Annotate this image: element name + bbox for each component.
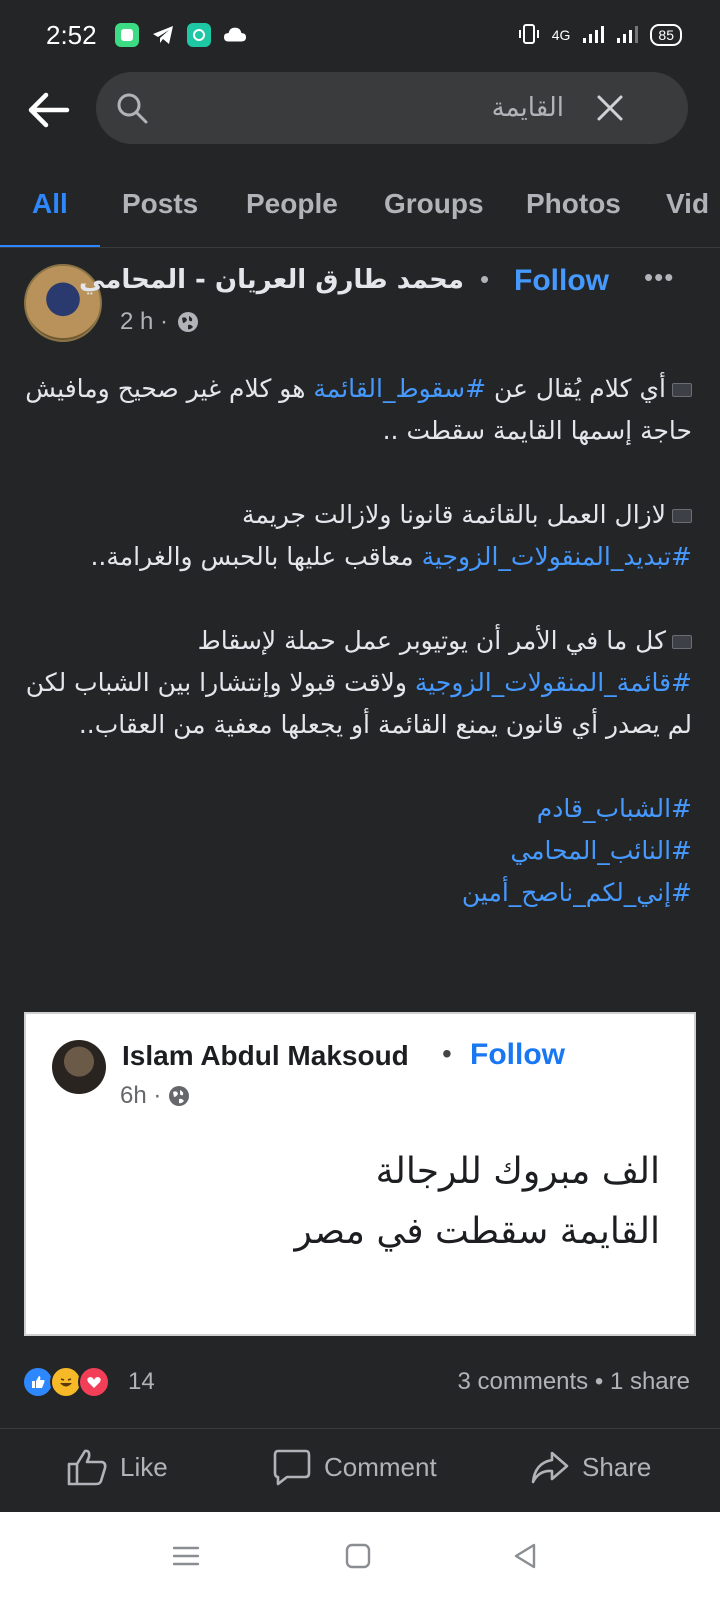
square-emoji-icon bbox=[672, 635, 692, 649]
globe-icon bbox=[169, 1086, 190, 1106]
shared-author-name: Islam Abdul Maksoud bbox=[122, 1040, 409, 1071]
close-icon bbox=[597, 95, 623, 121]
vibrate-icon bbox=[518, 22, 540, 49]
post-paragraph: لازال العمل بالقائمة قانونا ولازالت جريم… bbox=[22, 494, 692, 578]
shared-author-avatar bbox=[52, 1040, 106, 1094]
menu-icon bbox=[172, 1546, 200, 1566]
shared-follow-label: Follow bbox=[470, 1038, 565, 1071]
comment-label: Comment bbox=[324, 1451, 437, 1482]
telegram-icon bbox=[151, 23, 175, 47]
status-right: 4G 85 bbox=[518, 22, 682, 49]
search-bar[interactable] bbox=[96, 72, 688, 144]
active-tab-indicator bbox=[0, 245, 100, 247]
hashtag-link[interactable]: #النائب_المحامي bbox=[510, 836, 692, 865]
engagement-stats: 3 comments • 1 share bbox=[457, 1368, 690, 1396]
hashtag-link[interactable]: #إني_لكم_ناصح_أمين bbox=[462, 878, 692, 907]
hashtag-link[interactable]: #تبديد_المنقولات_الزوجية bbox=[422, 542, 692, 571]
signal-icon-2 bbox=[616, 24, 639, 47]
share-icon bbox=[531, 1451, 569, 1484]
app-notification-icon-2 bbox=[186, 23, 211, 47]
search-header bbox=[0, 70, 720, 150]
post-meta: 2 h · bbox=[120, 308, 200, 336]
status-bar: 2:52 4G 85 bbox=[0, 0, 720, 70]
home-square-icon bbox=[345, 1543, 371, 1569]
system-nav-bar bbox=[0, 1512, 720, 1600]
post-time: 2 h · bbox=[120, 308, 169, 335]
back-arrow-icon bbox=[28, 92, 70, 128]
tab-photos[interactable]: Photos bbox=[526, 188, 621, 220]
stats-separator: • bbox=[588, 1368, 610, 1395]
shared-line: القايمة سقطت في مصر bbox=[294, 1211, 660, 1252]
author-separator: • bbox=[480, 264, 490, 294]
post-author-name[interactable]: محمد طارق العريان - المحامي bbox=[79, 265, 464, 295]
post-image[interactable]: Islam Abdul Maksoud • Follow 6h · الف مب… bbox=[24, 1012, 696, 1336]
tab-groups[interactable]: Groups bbox=[384, 188, 484, 220]
like-icon bbox=[67, 1449, 107, 1486]
hashtag-link[interactable]: #قائمة_المنقولات_الزوجية bbox=[415, 668, 692, 697]
shares-count[interactable]: 1 share bbox=[610, 1368, 690, 1395]
status-time: 2:52 bbox=[46, 19, 97, 50]
signal-icon bbox=[582, 24, 605, 47]
like-label: Like bbox=[120, 1451, 168, 1482]
more-options-button[interactable]: ••• bbox=[644, 262, 684, 292]
tab-people[interactable]: People bbox=[246, 188, 338, 220]
back-triangle-icon bbox=[514, 1543, 536, 1569]
post-paragraph: أي كلام يُقال عن #سقوط_القائمة هو كلام غ… bbox=[22, 368, 692, 452]
system-back-button[interactable] bbox=[506, 1538, 546, 1574]
share-button[interactable]: Share bbox=[530, 1447, 651, 1487]
post-actions: Like Comment Share bbox=[0, 1428, 720, 1512]
comment-icon bbox=[273, 1449, 311, 1486]
clear-search-button[interactable] bbox=[594, 92, 626, 124]
reaction-count[interactable]: 14 bbox=[128, 1368, 155, 1396]
tab-videos[interactable]: Vid bbox=[666, 188, 709, 220]
reaction-icons[interactable] bbox=[22, 1366, 110, 1398]
app-notification-icon bbox=[114, 23, 139, 47]
post-text: معاقب عليها بالحبس والغرامة.. bbox=[90, 542, 422, 571]
love-reaction-icon bbox=[78, 1366, 110, 1398]
battery-indicator: 85 bbox=[650, 24, 682, 46]
hashtag-link[interactable]: #الشباب_قادم bbox=[537, 794, 692, 823]
cloud-icon bbox=[223, 23, 247, 47]
post-text: كل ما في الأمر أن يوتيوبر عمل حملة لإسقا… bbox=[197, 626, 666, 655]
shared-line: الف مبروك للرجالة bbox=[375, 1151, 660, 1192]
shared-time: 6h · bbox=[120, 1082, 162, 1109]
reactions-bar: 14 3 comments • 1 share bbox=[0, 1360, 720, 1410]
search-icon bbox=[114, 90, 150, 126]
follow-button[interactable]: Follow bbox=[514, 264, 609, 298]
home-button[interactable] bbox=[338, 1538, 378, 1574]
post-header: محمد طارق العريان - المحامي • Follow •••… bbox=[0, 256, 720, 356]
post-body: أي كلام يُقال عن #سقوط_القائمة هو كلام غ… bbox=[22, 368, 692, 914]
search-input[interactable] bbox=[164, 88, 564, 128]
status-app-icons bbox=[114, 23, 247, 47]
shared-separator: • bbox=[442, 1038, 452, 1069]
tab-posts[interactable]: Posts bbox=[122, 188, 198, 220]
share-label: Share bbox=[582, 1451, 652, 1482]
hashtag-link[interactable]: #سقوط_القائمة bbox=[313, 374, 486, 403]
back-button[interactable] bbox=[20, 82, 76, 138]
post-text: أي كلام يُقال عن bbox=[486, 374, 666, 403]
comment-button[interactable]: Comment bbox=[272, 1447, 437, 1487]
comments-count[interactable]: 3 comments bbox=[457, 1368, 588, 1395]
square-emoji-icon bbox=[672, 509, 692, 523]
square-emoji-icon bbox=[672, 383, 692, 397]
globe-icon bbox=[178, 312, 199, 332]
search-filter-tabs: All Posts People Groups Photos Vid bbox=[0, 170, 720, 248]
recent-apps-button[interactable] bbox=[166, 1538, 206, 1574]
post-hashtags: #الشباب_قادم #النائب_المحامي #إني_لكم_نا… bbox=[22, 788, 692, 914]
network-type: 4G bbox=[551, 27, 571, 43]
post-text: لازال العمل بالقائمة قانونا ولازالت جريم… bbox=[241, 500, 666, 529]
like-button[interactable]: Like bbox=[66, 1447, 168, 1487]
post-paragraph: كل ما في الأمر أن يوتيوبر عمل حملة لإسقا… bbox=[22, 620, 692, 746]
tab-all[interactable]: All bbox=[32, 188, 68, 220]
shared-meta: 6h · bbox=[120, 1082, 191, 1110]
shared-post-text: الف مبروك للرجالة القايمة سقطت في مصر bbox=[295, 1142, 660, 1262]
